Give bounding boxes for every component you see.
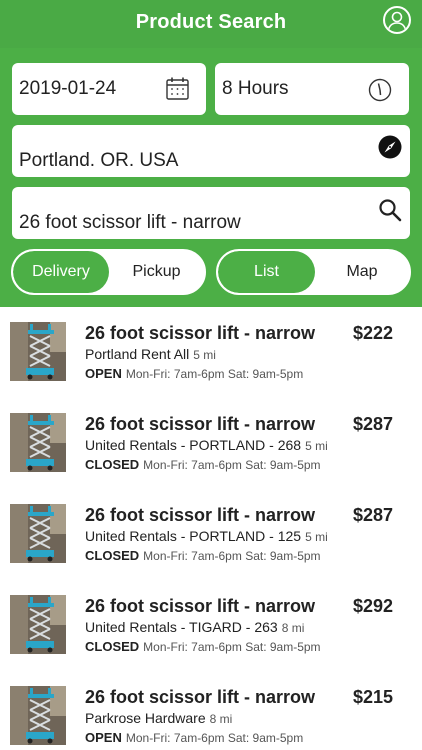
list-item[interactable]: 26 foot scissor lift - narrow $222 Portl… [0, 307, 422, 398]
product-thumbnail [10, 595, 66, 654]
item-title: 26 foot scissor lift - narrow [85, 323, 316, 343]
vendor-distance: 5 mi [305, 530, 328, 544]
item-title: 26 foot scissor lift - narrow [85, 596, 316, 616]
vendor-distance: 5 mi [305, 439, 328, 453]
item-status-line: OPEN Mon-Fri: 7am-6pm Sat: 9am-5pm [85, 729, 303, 747]
item-price: $287 [352, 505, 393, 525]
vendor-distance: 5 mi [193, 348, 216, 362]
search-icon[interactable] [378, 198, 402, 222]
vendor-name: United Rentals - PORTLAND - 268 [85, 437, 302, 453]
location-value: Portland. OR. USA [19, 150, 179, 171]
search-panel: 2019-01-24 8 Hours Portland. OR. USA 26 … [0, 48, 422, 307]
item-vendor-line: United Rentals - PORTLAND - 125 5 mi [85, 528, 328, 544]
item-vendor-line: Portland Rent All 5 mi [85, 346, 216, 362]
item-price: $215 [352, 687, 393, 707]
list-item[interactable]: 26 foot scissor lift - narrow $292 Unite… [0, 580, 422, 671]
product-thumbnail [10, 504, 66, 563]
list-view-option[interactable]: List [218, 251, 315, 293]
pickup-option[interactable]: Pickup [109, 251, 204, 293]
search-query: 26 foot scissor lift - narrow [19, 212, 241, 233]
item-price: $287 [352, 414, 393, 434]
calendar-icon[interactable] [166, 77, 189, 100]
item-vendor-line: United Rentals - PORTLAND - 268 5 mi [85, 437, 328, 453]
item-title: 26 foot scissor lift - narrow [85, 687, 316, 707]
list-item[interactable]: 26 foot scissor lift - narrow $215 Parkr… [0, 671, 422, 750]
app-header: Product Search [0, 0, 422, 48]
item-status-line: CLOSED Mon-Fri: 7am-6pm Sat: 9am-5pm [85, 547, 321, 565]
business-hours: Mon-Fri: 7am-6pm Sat: 9am-5pm [143, 549, 321, 563]
vendor-name: Portland Rent All [85, 346, 190, 362]
status-badge: CLOSED [85, 457, 140, 472]
vendor-name: United Rentals - PORTLAND - 125 [85, 528, 302, 544]
results-list: 26 foot scissor lift - narrow $222 Portl… [0, 307, 422, 750]
search-input[interactable]: 26 foot scissor lift - narrow [12, 187, 410, 239]
product-thumbnail [10, 413, 66, 472]
business-hours: Mon-Fri: 7am-6pm Sat: 9am-5pm [125, 731, 304, 745]
date-field[interactable]: 2019-01-24 [12, 63, 206, 115]
delivery-option[interactable]: Delivery [13, 251, 109, 293]
view-toggle: List Map [216, 249, 411, 295]
duration-value: 8 Hours [222, 78, 289, 99]
product-thumbnail [10, 322, 66, 381]
item-vendor-line: Parkrose Hardware 8 mi [85, 710, 232, 726]
business-hours: Mon-Fri: 7am-6pm Sat: 9am-5pm [143, 640, 321, 654]
item-price: $222 [352, 323, 393, 343]
business-hours: Mon-Fri: 7am-6pm Sat: 9am-5pm [125, 367, 304, 381]
business-hours: Mon-Fri: 7am-6pm Sat: 9am-5pm [143, 458, 321, 472]
duration-field[interactable]: 8 Hours [215, 63, 409, 115]
list-item[interactable]: 26 foot scissor lift - narrow $287 Unite… [0, 489, 422, 580]
user-icon[interactable] [383, 6, 411, 34]
compass-icon[interactable] [378, 135, 402, 159]
vendor-name: Parkrose Hardware [85, 710, 206, 726]
vendor-distance: 8 mi [209, 712, 233, 726]
location-field[interactable]: Portland. OR. USA [12, 125, 410, 177]
status-badge: CLOSED [85, 548, 140, 563]
list-item[interactable]: 26 foot scissor lift - narrow $287 Unite… [0, 398, 422, 489]
map-view-option[interactable]: Map [315, 251, 409, 293]
product-thumbnail [10, 686, 66, 745]
vendor-name: United Rentals - TIGARD - 263 [85, 619, 278, 635]
clock-icon[interactable] [368, 78, 392, 102]
item-status-line: OPEN Mon-Fri: 7am-6pm Sat: 9am-5pm [85, 365, 303, 383]
status-badge: OPEN [85, 366, 122, 381]
item-status-line: CLOSED Mon-Fri: 7am-6pm Sat: 9am-5pm [85, 638, 321, 656]
vendor-distance: 8 mi [281, 621, 305, 635]
fulfillment-toggle: Delivery Pickup [11, 249, 206, 295]
status-badge: CLOSED [85, 639, 140, 654]
page-title: Product Search [135, 11, 287, 33]
item-title: 26 foot scissor lift - narrow [85, 414, 316, 434]
item-status-line: CLOSED Mon-Fri: 7am-6pm Sat: 9am-5pm [85, 456, 321, 474]
item-title: 26 foot scissor lift - narrow [85, 505, 316, 525]
item-vendor-line: United Rentals - TIGARD - 263 8 mi [85, 619, 304, 635]
status-badge: OPEN [85, 730, 122, 745]
date-value: 2019-01-24 [19, 78, 117, 99]
item-price: $292 [352, 596, 393, 616]
